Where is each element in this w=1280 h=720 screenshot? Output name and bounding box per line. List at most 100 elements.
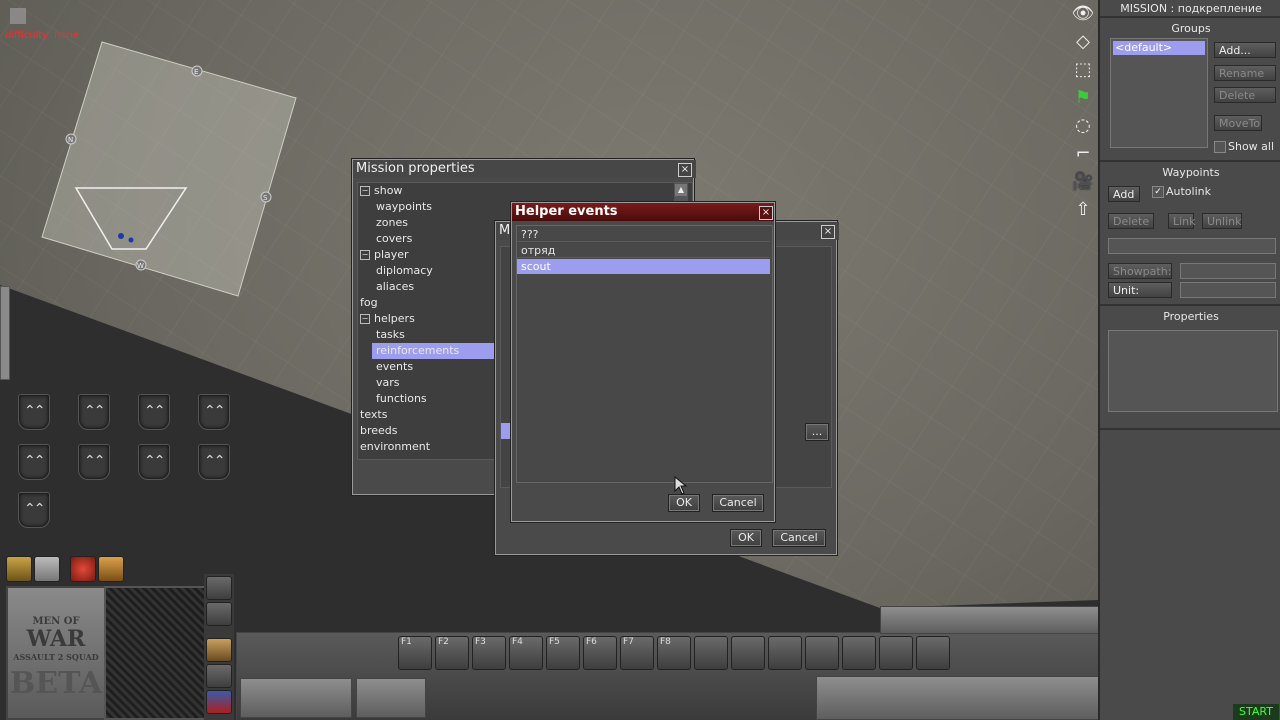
showpath-button[interactable]: Showpath:: [1108, 263, 1172, 279]
soldier-icon[interactable]: [206, 690, 232, 714]
unit-icon[interactable]: [198, 444, 230, 480]
delete-waypoint-button[interactable]: Delete: [1108, 213, 1154, 229]
helper-event-item[interactable]: scout: [517, 259, 770, 274]
autolink-checkbox[interactable]: ✓: [1152, 186, 1164, 198]
pencil-icon[interactable]: [34, 556, 60, 582]
left-edge-tab[interactable]: [0, 286, 10, 380]
helper-event-item[interactable]: ???: [517, 227, 770, 242]
close-icon[interactable]: ×: [821, 225, 835, 239]
hud-info-slot: [240, 678, 352, 718]
action-slot[interactable]: [916, 636, 950, 670]
add-waypoint-button[interactable]: Add: [1108, 186, 1140, 202]
up-arrow-icon[interactable]: [206, 602, 232, 626]
tree-item[interactable]: zones: [372, 215, 500, 231]
unit-icon[interactable]: [138, 444, 170, 480]
tree-item[interactable]: events: [372, 359, 500, 375]
start-label[interactable]: START: [1233, 704, 1279, 720]
add-group-button[interactable]: Add...: [1214, 42, 1276, 58]
fkey-slot[interactable]: F8: [657, 636, 691, 670]
crate-icon[interactable]: [206, 638, 232, 662]
show-all-checkbox[interactable]: [1214, 141, 1226, 153]
tree-item[interactable]: reinforcements: [372, 343, 500, 359]
unlink-button[interactable]: Unlink: [1202, 213, 1242, 229]
zone-marker-s: S: [263, 194, 268, 202]
action-slot[interactable]: [842, 636, 876, 670]
close-icon[interactable]: ×: [678, 163, 692, 177]
tree-item[interactable]: − player: [360, 247, 496, 263]
tree-item[interactable]: covers: [372, 231, 500, 247]
fkey-slot[interactable]: F1: [398, 636, 432, 670]
action-slot[interactable]: [879, 636, 913, 670]
properties-box: [1108, 330, 1278, 412]
tree-item[interactable]: environment: [360, 439, 496, 455]
tree-item[interactable]: breeds: [360, 423, 496, 439]
waypoint-field[interactable]: [1108, 238, 1276, 254]
compass-icon[interactable]: [70, 556, 96, 582]
skull-icon[interactable]: [206, 664, 232, 688]
link-button[interactable]: Link: [1168, 213, 1196, 229]
showpath-field[interactable]: [1180, 263, 1276, 279]
action-slot[interactable]: [805, 636, 839, 670]
game-viewport[interactable]: difficulty: none E N S W MEN OF WAR ASSA…: [0, 0, 1098, 720]
tree-item[interactable]: tasks: [372, 327, 500, 343]
collapse-icon[interactable]: −: [360, 250, 370, 260]
waypoints-heading: Waypoints: [1162, 166, 1220, 179]
logo-line-2: WAR: [26, 626, 86, 652]
close-icon[interactable]: ×: [759, 206, 773, 220]
orders-icon[interactable]: [6, 556, 32, 582]
tree-item[interactable]: vars: [372, 375, 500, 391]
tree-item[interactable]: diplomacy: [372, 263, 500, 279]
cancel-button[interactable]: Cancel: [712, 494, 764, 512]
unit-icon[interactable]: [198, 394, 230, 430]
helper-event-item[interactable]: отряд: [517, 243, 770, 258]
fkey-slot[interactable]: F6: [583, 636, 617, 670]
collapse-icon[interactable]: −: [360, 314, 370, 324]
tree-item[interactable]: aliaces: [372, 279, 500, 295]
unit-icon[interactable]: [78, 444, 110, 480]
tree-item[interactable]: waypoints: [372, 199, 500, 215]
mission-zone-overlay[interactable]: E N S W: [0, 0, 360, 320]
moveto-group-button[interactable]: MoveTo: [1214, 115, 1262, 131]
tree-item[interactable]: fog: [360, 295, 496, 311]
action-slot[interactable]: [694, 636, 728, 670]
wrench-icon[interactable]: [98, 556, 124, 582]
tree-item[interactable]: − show: [360, 183, 496, 199]
camera-icon[interactable]: 🎥: [1071, 170, 1095, 194]
unit-icon[interactable]: [18, 394, 50, 430]
group-item[interactable]: <default>: [1113, 41, 1205, 55]
arrow-up-icon[interactable]: ⇧: [1071, 198, 1095, 222]
unit-icon[interactable]: [18, 492, 50, 528]
dashed-square-icon[interactable]: ⬚: [1071, 58, 1095, 82]
chat-icon[interactable]: [206, 576, 232, 600]
tree-item[interactable]: functions: [372, 391, 500, 407]
fkey-slot[interactable]: F4: [509, 636, 543, 670]
unit-field[interactable]: [1180, 282, 1276, 298]
eye-icon[interactable]: 👁: [1071, 2, 1095, 26]
tree-item-label: zones: [376, 216, 408, 229]
diamond-icon[interactable]: ◇: [1071, 30, 1095, 54]
flag-icon[interactable]: ⚑: [1071, 86, 1095, 110]
fkey-slot[interactable]: F7: [620, 636, 654, 670]
unit-icon[interactable]: [78, 394, 110, 430]
unit-icon[interactable]: [138, 394, 170, 430]
tree-item-label: events: [376, 360, 414, 373]
tree-item[interactable]: − helpers: [360, 311, 496, 327]
cancel-button[interactable]: Cancel: [772, 529, 826, 547]
fkey-slot[interactable]: F5: [546, 636, 580, 670]
scroll-up-icon[interactable]: ▲: [675, 184, 687, 196]
fkey-slot[interactable]: F3: [472, 636, 506, 670]
ok-button[interactable]: OK: [730, 529, 762, 547]
rename-group-button[interactable]: Rename: [1214, 65, 1276, 81]
ok-button[interactable]: OK: [668, 494, 700, 512]
ellipsis-button[interactable]: ...: [805, 423, 829, 441]
delete-group-button[interactable]: Delete: [1214, 87, 1276, 103]
fkey-slot[interactable]: F2: [435, 636, 469, 670]
side-button-column: [204, 574, 234, 720]
tree-item[interactable]: texts: [360, 407, 496, 423]
action-slot[interactable]: [768, 636, 802, 670]
step-icon[interactable]: ⌐: [1071, 142, 1095, 166]
action-slot[interactable]: [731, 636, 765, 670]
collapse-icon[interactable]: −: [360, 186, 370, 196]
dashed-circle-icon[interactable]: ◌: [1071, 114, 1095, 138]
unit-icon[interactable]: [18, 444, 50, 480]
